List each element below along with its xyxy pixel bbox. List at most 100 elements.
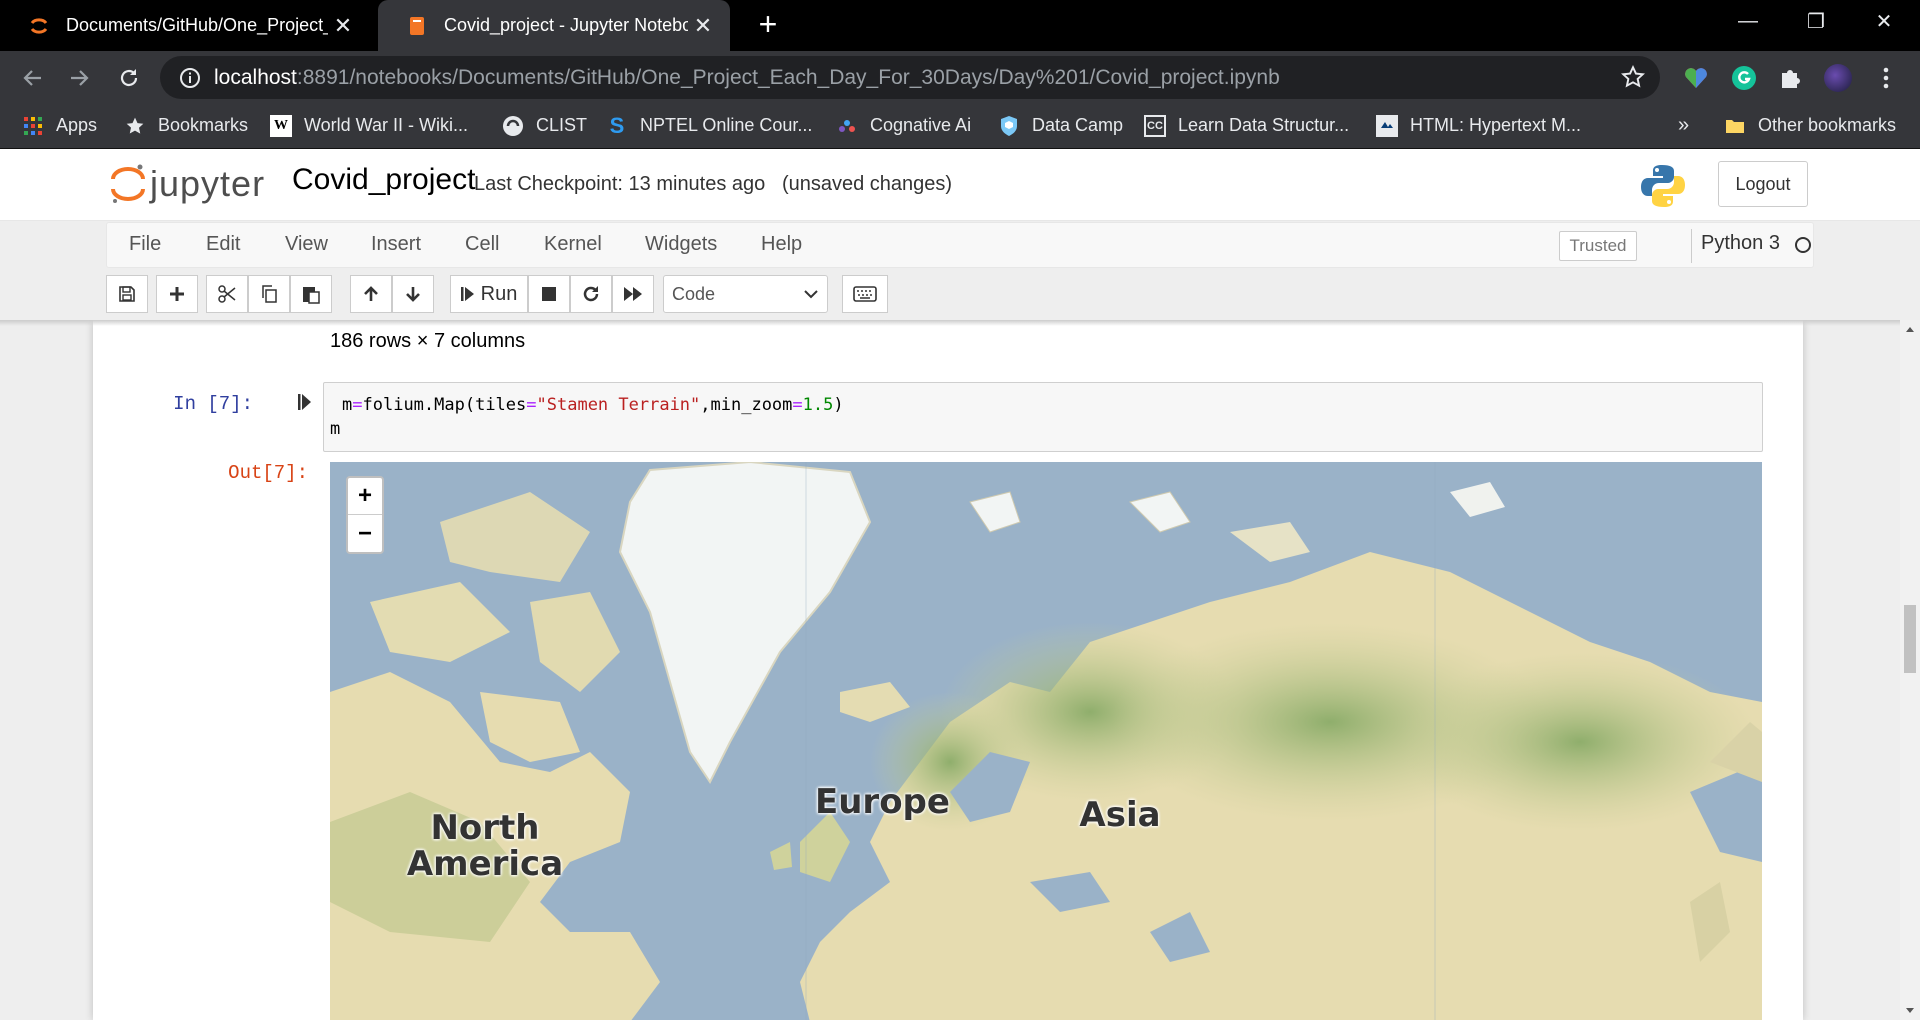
bookmark-html-mdn[interactable]: HTML: Hypertext M...	[1376, 104, 1581, 147]
bookmark-world-war-ii[interactable]: W World War II - Wiki...	[270, 104, 468, 147]
zoom-out-button[interactable]: −	[348, 515, 382, 552]
bookmark-bookmarks[interactable]: Bookmarks	[124, 104, 248, 147]
restart-icon	[583, 286, 599, 302]
zoom-control: + −	[346, 476, 384, 554]
back-button[interactable]	[16, 61, 50, 95]
arrow-down-icon	[406, 287, 420, 302]
cell-type-select[interactable]: Code	[663, 275, 828, 313]
notebook-container: 186 rows × 7 columns In [7]: m=folium.Ma…	[93, 320, 1803, 1020]
move-up-button[interactable]	[350, 275, 392, 313]
folium-map[interactable]: + − North America Europe Asia	[330, 462, 1762, 1020]
code-cell-input[interactable]: m=folium.Map(tiles="Stamen Terrain",min_…	[323, 382, 1763, 452]
save-button[interactable]	[106, 275, 148, 313]
scroll-down-arrow-icon[interactable]	[1904, 1004, 1916, 1016]
menu-edit[interactable]: Edit	[206, 233, 240, 256]
cell-type-value: Code	[672, 283, 716, 304]
input-prompt: In [7]:	[173, 393, 253, 415]
copy-button[interactable]	[248, 275, 290, 313]
bookmark-learn-data-structures[interactable]: CC Learn Data Structur...	[1144, 104, 1349, 147]
logout-button[interactable]: Logout	[1718, 161, 1808, 207]
new-tab-button[interactable]: +	[748, 6, 788, 43]
step-forward-icon	[460, 287, 474, 301]
run-button[interactable]: Run	[450, 275, 528, 313]
browser-tab-bar: Documents/GitHub/One_Project_ ✕ Covid_pr…	[0, 0, 1920, 51]
map-terrain-tiles	[330, 462, 1762, 1020]
kernel-divider	[1691, 229, 1692, 263]
scissors-icon	[218, 285, 236, 303]
grammarly-icon[interactable]	[1730, 64, 1758, 92]
more-bookmarks-button[interactable]: »	[1678, 104, 1689, 147]
tab-documents[interactable]: Documents/GitHub/One_Project_ ✕	[0, 0, 370, 51]
heart-extension-icon[interactable]	[1682, 64, 1710, 92]
menu-kernel[interactable]: Kernel	[544, 233, 602, 256]
notebook-favicon-icon	[410, 16, 424, 35]
other-bookmarks[interactable]: Other bookmarks	[1724, 104, 1896, 147]
run-cell-icon[interactable]	[298, 392, 312, 412]
info-icon[interactable]	[178, 66, 202, 90]
move-down-button[interactable]	[392, 275, 434, 313]
cognative-icon	[836, 115, 858, 137]
page-scrollbar[interactable]	[1900, 320, 1920, 1020]
scroll-up-arrow-icon[interactable]	[1904, 324, 1916, 336]
zoom-in-button[interactable]: +	[348, 478, 382, 515]
cut-button[interactable]	[206, 275, 248, 313]
bookmark-label: CLIST	[536, 115, 588, 135]
bookmark-label: Data Camp	[1032, 115, 1124, 135]
toolbar-shadow	[0, 320, 1920, 326]
menu-insert[interactable]: Insert	[371, 233, 421, 256]
cc-icon: CC	[1144, 114, 1166, 137]
code-token: 1.5	[802, 395, 834, 415]
bookmark-data-camp[interactable]: Data Camp	[998, 104, 1123, 147]
tab-covid-project[interactable]: Covid_project - Jupyter Notebook ✕	[378, 0, 730, 51]
extensions-puzzle-icon[interactable]	[1776, 64, 1804, 92]
reload-button[interactable]	[112, 61, 146, 95]
bookmark-label: Apps	[56, 115, 98, 135]
paste-icon	[303, 287, 320, 304]
tab-close-icon[interactable]: ✕	[688, 13, 718, 39]
menu-file[interactable]: File	[129, 233, 161, 256]
bookmark-nptel[interactable]: S NPTEL Online Cour...	[606, 104, 813, 147]
bookmark-star-icon[interactable]	[1620, 64, 1646, 90]
jupyter-logo[interactable]: jupyter	[110, 161, 265, 207]
bookmark-label: Learn Data Structur...	[1178, 115, 1350, 135]
notebook-name[interactable]: Covid_project	[292, 163, 475, 197]
output-prompt: Out[7]:	[228, 462, 308, 484]
paste-button[interactable]	[290, 275, 332, 313]
bookmark-apps[interactable]: Apps	[22, 104, 97, 147]
trusted-indicator[interactable]: Trusted	[1559, 231, 1637, 261]
url-host: localhost	[214, 65, 297, 89]
restore-button[interactable]: ❐	[1782, 0, 1850, 42]
interrupt-button[interactable]	[528, 275, 570, 313]
reload-icon	[120, 69, 138, 87]
menu-view[interactable]: View	[285, 233, 328, 256]
bookmark-label: World War II - Wiki...	[304, 115, 468, 135]
restart-button[interactable]	[570, 275, 612, 313]
menu-widgets[interactable]: Widgets	[645, 233, 717, 256]
map-label-asia: Asia	[1079, 795, 1161, 835]
tab-close-icon[interactable]: ✕	[328, 13, 358, 39]
arrow-right-icon	[71, 70, 89, 86]
bookmark-clist[interactable]: CLIST	[502, 104, 587, 147]
forward-button[interactable]	[62, 61, 96, 95]
insert-cell-button[interactable]	[156, 275, 198, 313]
python-logo-icon	[1641, 165, 1685, 207]
kebab-menu-icon[interactable]	[1872, 64, 1900, 92]
bookmark-cognative-ai[interactable]: Cognative Ai	[836, 104, 971, 147]
menu-help[interactable]: Help	[761, 233, 802, 256]
window-close-button[interactable]: ✕	[1850, 0, 1918, 42]
bookmarks-bar: Apps Bookmarks W World War II - Wiki... …	[0, 104, 1920, 149]
code-line-2: m	[330, 419, 341, 439]
command-palette-button[interactable]	[842, 275, 888, 313]
minimize-button[interactable]: —	[1714, 0, 1782, 42]
restart-run-all-button[interactable]	[612, 275, 654, 313]
code-line-1: m=folium.Map(tiles="Stamen Terrain",min_…	[330, 393, 1762, 417]
menu-cell[interactable]: Cell	[465, 233, 499, 256]
kernel-name: Python 3	[1701, 232, 1780, 254]
code-token: =	[352, 395, 363, 415]
profile-avatar[interactable]	[1824, 64, 1852, 92]
stop-icon	[542, 287, 556, 301]
jupyter-header: jupyter Covid_project Last Checkpoint: 1…	[0, 149, 1920, 221]
map-label-line: America	[406, 844, 564, 884]
scrollbar-thumb[interactable]	[1904, 605, 1916, 673]
address-bar[interactable]: localhost:8891/notebooks/Documents/GitHu…	[160, 56, 1660, 99]
